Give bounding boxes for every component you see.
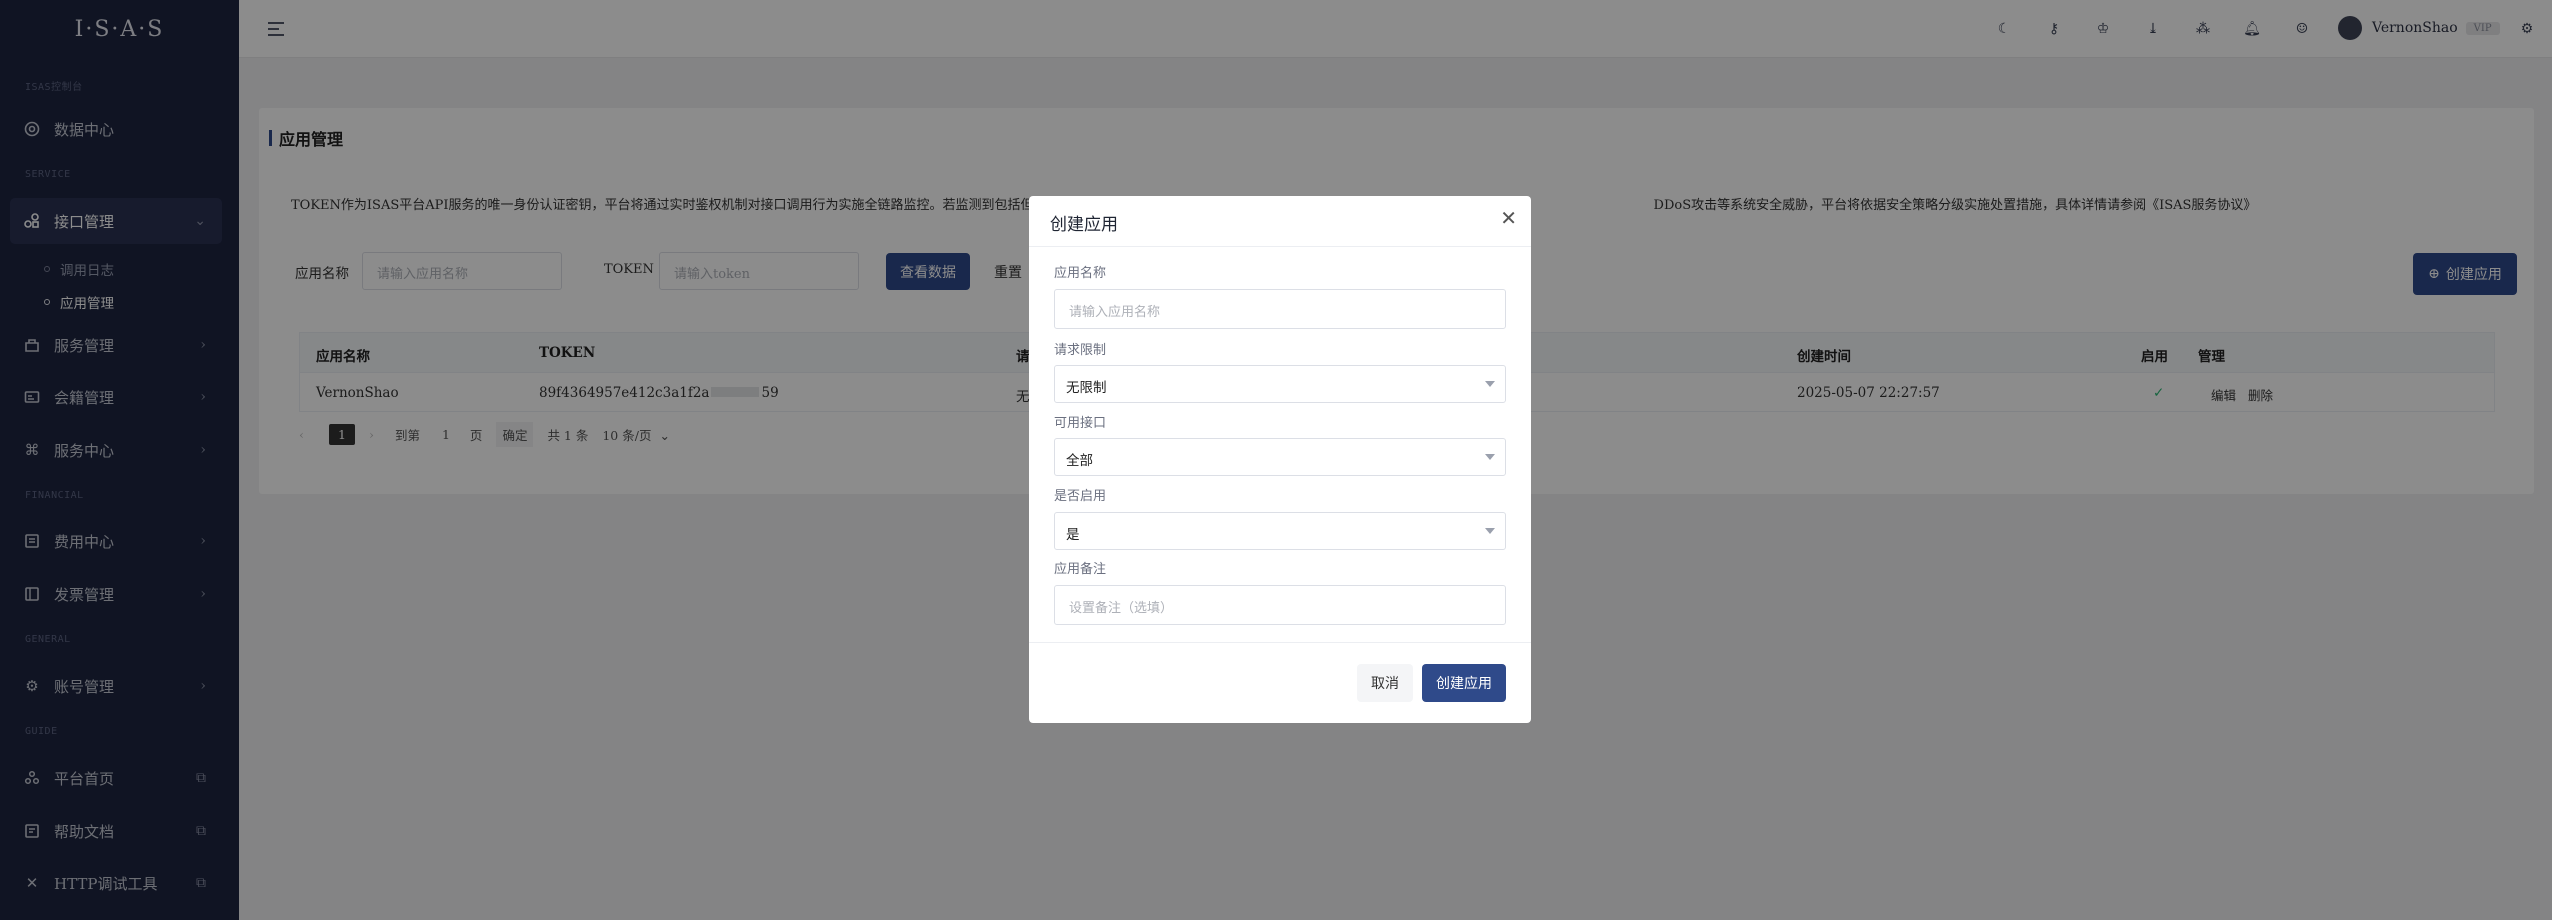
remark-input[interactable]: 设置备注（选填） (1054, 585, 1506, 625)
remark-label: 应用备注 (1054, 562, 1107, 577)
limit-label: 请求限制 (1054, 343, 1107, 358)
api-label: 可用接口 (1054, 416, 1107, 431)
limit-value: 无限制 (1066, 380, 1107, 396)
divider (1029, 246, 1531, 247)
app-name-input[interactable]: 请输入应用名称 (1054, 289, 1506, 329)
api-select[interactable]: 全部 (1054, 438, 1506, 476)
dropdown-caret-icon (1485, 454, 1495, 460)
create-app-dialog: 创建应用 ✕ 应用名称 请输入应用名称 请求限制 无限制 可用接口 全部 是否启… (1029, 196, 1531, 723)
enabled-select[interactable]: 是 (1054, 512, 1506, 550)
dropdown-caret-icon (1485, 381, 1495, 387)
enabled-label: 是否启用 (1054, 489, 1107, 504)
divider (1029, 642, 1531, 643)
enabled-value: 是 (1066, 527, 1080, 543)
app-name-label: 应用名称 (1054, 266, 1107, 281)
limit-select[interactable]: 无限制 (1054, 365, 1506, 403)
api-value: 全部 (1066, 453, 1093, 469)
dialog-title: 创建应用 (1050, 215, 1118, 235)
submit-create-button[interactable]: 创建应用 (1422, 664, 1506, 702)
cancel-button[interactable]: 取消 (1357, 664, 1413, 702)
dropdown-caret-icon (1485, 528, 1495, 534)
close-icon[interactable]: ✕ (1500, 208, 1517, 228)
